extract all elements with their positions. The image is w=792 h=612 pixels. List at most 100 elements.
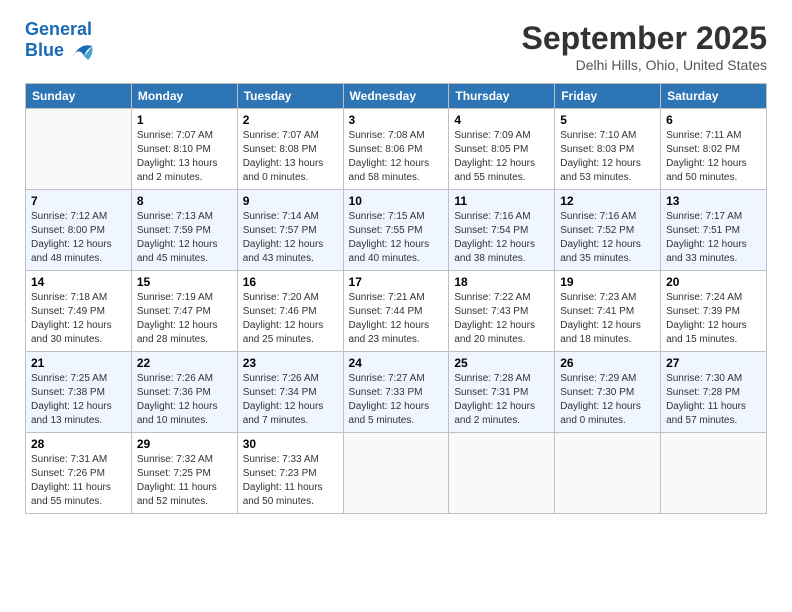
day-number: 17 — [349, 275, 444, 289]
day-number: 26 — [560, 356, 655, 370]
day-info: Sunrise: 7:17 AMSunset: 7:51 PMDaylight:… — [666, 210, 761, 266]
page-header: General Blue September 2025 Delhi Hills,… — [25, 20, 767, 73]
day-info: Sunrise: 7:10 AMSunset: 8:03 PMDaylight:… — [560, 129, 655, 185]
day-info: Sunrise: 7:27 AMSunset: 7:33 PMDaylight:… — [349, 372, 444, 428]
day-number: 27 — [666, 356, 761, 370]
day-info: Sunrise: 7:29 AMSunset: 7:30 PMDaylight:… — [560, 372, 655, 428]
day-info: Sunrise: 7:11 AMSunset: 8:02 PMDaylight:… — [666, 129, 761, 185]
calendar-cell: 29 Sunrise: 7:32 AMSunset: 7:25 PMDayligh… — [131, 433, 237, 514]
calendar-cell: 3 Sunrise: 7:08 AMSunset: 8:06 PMDaylight… — [343, 109, 449, 190]
day-number: 10 — [349, 194, 444, 208]
day-number: 16 — [243, 275, 338, 289]
calendar-cell — [449, 433, 555, 514]
day-info: Sunrise: 7:20 AMSunset: 7:46 PMDaylight:… — [243, 291, 338, 347]
day-info: Sunrise: 7:18 AMSunset: 7:49 PMDaylight:… — [31, 291, 126, 347]
day-info: Sunrise: 7:32 AMSunset: 7:25 PMDaylight:… — [137, 453, 232, 509]
calendar-cell: 11Sunrise: 7:16 AMSunset: 7:54 PMDayligh… — [449, 190, 555, 271]
calendar-cell: 5 Sunrise: 7:10 AMSunset: 8:03 PMDaylight… — [555, 109, 661, 190]
calendar-cell — [555, 433, 661, 514]
day-header-thursday: Thursday — [449, 84, 555, 109]
day-number: 12 — [560, 194, 655, 208]
calendar-cell: 26 Sunrise: 7:29 AMSunset: 7:30 PMDayligh… — [555, 352, 661, 433]
calendar-cell: 27 Sunrise: 7:30 AMSunset: 7:28 PMDayligh… — [661, 352, 767, 433]
calendar-cell: 10 Sunrise: 7:15 AMSunset: 7:55 PMDayligh… — [343, 190, 449, 271]
calendar-cell: 2 Sunrise: 7:07 AMSunset: 8:08 PMDaylight… — [237, 109, 343, 190]
calendar-cell: 12 Sunrise: 7:16 AMSunset: 7:52 PMDayligh… — [555, 190, 661, 271]
calendar-cell: 1Sunrise: 7:07 AMSunset: 8:10 PMDaylight… — [131, 109, 237, 190]
location: Delhi Hills, Ohio, United States — [522, 57, 767, 73]
calendar-cell: 30 Sunrise: 7:33 AMSunset: 7:23 PMDayligh… — [237, 433, 343, 514]
calendar-header-row: SundayMondayTuesdayWednesdayThursdayFrid… — [26, 84, 767, 109]
day-info: Sunrise: 7:12 AMSunset: 8:00 PMDaylight:… — [31, 210, 126, 266]
day-number: 22 — [137, 356, 232, 370]
day-number: 8 — [137, 194, 232, 208]
day-number: 14 — [31, 275, 126, 289]
day-header-monday: Monday — [131, 84, 237, 109]
day-info: Sunrise: 7:21 AMSunset: 7:44 PMDaylight:… — [349, 291, 444, 347]
day-number: 19 — [560, 275, 655, 289]
day-number: 9 — [243, 194, 338, 208]
calendar-cell: 28 Sunrise: 7:31 AMSunset: 7:26 PMDayligh… — [26, 433, 132, 514]
day-info: Sunrise: 7:23 AMSunset: 7:41 PMDaylight:… — [560, 291, 655, 347]
calendar-cell: 22 Sunrise: 7:26 AMSunset: 7:36 PMDayligh… — [131, 352, 237, 433]
day-info: Sunrise: 7:16 AMSunset: 7:54 PMDaylight:… — [454, 210, 549, 266]
day-number: 13 — [666, 194, 761, 208]
day-header-sunday: Sunday — [26, 84, 132, 109]
day-info: Sunrise: 7:15 AMSunset: 7:55 PMDaylight:… — [349, 210, 444, 266]
calendar-cell: 16 Sunrise: 7:20 AMSunset: 7:46 PMDayligh… — [237, 271, 343, 352]
day-info: Sunrise: 7:26 AMSunset: 7:36 PMDaylight:… — [137, 372, 232, 428]
day-number: 30 — [243, 437, 338, 451]
day-info: Sunrise: 7:09 AMSunset: 8:05 PMDaylight:… — [454, 129, 549, 185]
day-number: 24 — [349, 356, 444, 370]
week-row-4: 21Sunrise: 7:25 AMSunset: 7:38 PMDayligh… — [26, 352, 767, 433]
day-number: 21 — [31, 356, 126, 370]
day-info: Sunrise: 7:07 AMSunset: 8:10 PMDaylight:… — [137, 129, 232, 185]
day-info: Sunrise: 7:31 AMSunset: 7:26 PMDaylight:… — [31, 453, 126, 509]
day-number: 28 — [31, 437, 126, 451]
day-number: 15 — [137, 275, 232, 289]
day-number: 25 — [454, 356, 549, 370]
calendar-cell: 18Sunrise: 7:22 AMSunset: 7:43 PMDayligh… — [449, 271, 555, 352]
calendar-cell: 15Sunrise: 7:19 AMSunset: 7:47 PMDayligh… — [131, 271, 237, 352]
calendar-cell — [661, 433, 767, 514]
calendar-cell: 14 Sunrise: 7:18 AMSunset: 7:49 PMDayligh… — [26, 271, 132, 352]
calendar-cell: 25 Sunrise: 7:28 AMSunset: 7:31 PMDayligh… — [449, 352, 555, 433]
calendar-cell: 7 Sunrise: 7:12 AMSunset: 8:00 PMDaylight… — [26, 190, 132, 271]
calendar-cell: 21Sunrise: 7:25 AMSunset: 7:38 PMDayligh… — [26, 352, 132, 433]
day-info: Sunrise: 7:16 AMSunset: 7:52 PMDaylight:… — [560, 210, 655, 266]
logo: General Blue — [25, 20, 94, 62]
day-number: 29 — [137, 437, 232, 451]
day-info: Sunrise: 7:07 AMSunset: 8:08 PMDaylight:… — [243, 129, 338, 185]
day-number: 6 — [666, 113, 761, 127]
calendar-cell: 6 Sunrise: 7:11 AMSunset: 8:02 PMDaylight… — [661, 109, 767, 190]
week-row-2: 7 Sunrise: 7:12 AMSunset: 8:00 PMDaylight… — [26, 190, 767, 271]
calendar-table: SundayMondayTuesdayWednesdayThursdayFrid… — [25, 83, 767, 514]
day-info: Sunrise: 7:30 AMSunset: 7:28 PMDaylight:… — [666, 372, 761, 428]
day-info: Sunrise: 7:33 AMSunset: 7:23 PMDaylight:… — [243, 453, 338, 509]
day-number: 5 — [560, 113, 655, 127]
calendar-cell: 13 Sunrise: 7:17 AMSunset: 7:51 PMDayligh… — [661, 190, 767, 271]
day-number: 7 — [31, 194, 126, 208]
calendar-cell — [343, 433, 449, 514]
day-info: Sunrise: 7:28 AMSunset: 7:31 PMDaylight:… — [454, 372, 549, 428]
day-header-tuesday: Tuesday — [237, 84, 343, 109]
day-number: 2 — [243, 113, 338, 127]
calendar-cell: 17 Sunrise: 7:21 AMSunset: 7:44 PMDayligh… — [343, 271, 449, 352]
logo-text: General — [25, 20, 94, 40]
day-number: 3 — [349, 113, 444, 127]
day-info: Sunrise: 7:24 AMSunset: 7:39 PMDaylight:… — [666, 291, 761, 347]
day-header-wednesday: Wednesday — [343, 84, 449, 109]
calendar-cell: 8Sunrise: 7:13 AMSunset: 7:59 PMDaylight… — [131, 190, 237, 271]
day-header-saturday: Saturday — [661, 84, 767, 109]
calendar-cell — [26, 109, 132, 190]
day-number: 23 — [243, 356, 338, 370]
day-number: 20 — [666, 275, 761, 289]
day-info: Sunrise: 7:08 AMSunset: 8:06 PMDaylight:… — [349, 129, 444, 185]
logo-icon — [66, 40, 94, 62]
day-info: Sunrise: 7:26 AMSunset: 7:34 PMDaylight:… — [243, 372, 338, 428]
month-title: September 2025 — [522, 20, 767, 57]
calendar-cell: 23 Sunrise: 7:26 AMSunset: 7:34 PMDayligh… — [237, 352, 343, 433]
week-row-3: 14 Sunrise: 7:18 AMSunset: 7:49 PMDayligh… — [26, 271, 767, 352]
day-info: Sunrise: 7:14 AMSunset: 7:57 PMDaylight:… — [243, 210, 338, 266]
day-number: 18 — [454, 275, 549, 289]
